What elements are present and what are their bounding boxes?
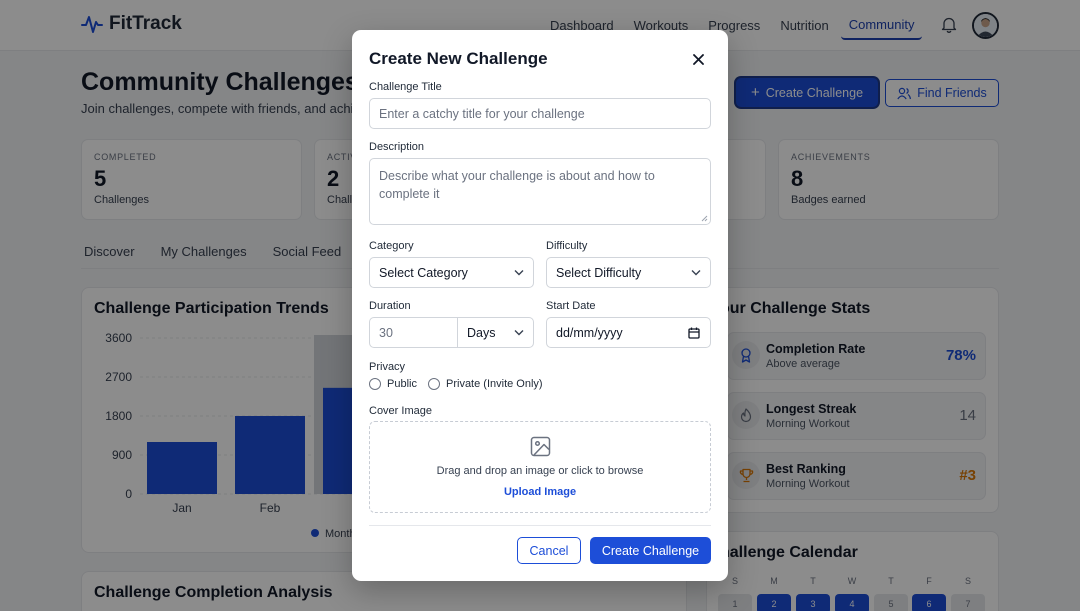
duration-unit-select[interactable]: Days — [457, 317, 534, 348]
category-value: Select Category — [379, 265, 468, 280]
start-date-label: Start Date — [546, 300, 596, 312]
cover-image-dropzone[interactable]: Drag and drop an image or click to brows… — [369, 421, 711, 513]
upload-image-link[interactable]: Upload Image — [370, 486, 710, 498]
difficulty-select[interactable]: Select Difficulty — [546, 257, 711, 288]
difficulty-value: Select Difficulty — [556, 265, 642, 280]
description-textarea[interactable]: Describe what your challenge is about an… — [369, 158, 711, 225]
description-placeholder: Describe what your challenge is about an… — [379, 169, 655, 201]
modal-title: Create New Challenge — [369, 49, 548, 68]
chevron-down-icon — [691, 269, 701, 275]
radio-circle — [369, 378, 381, 390]
category-label: Category — [369, 240, 414, 252]
duration-input[interactable]: 30 — [369, 317, 458, 348]
start-date-placeholder: dd/mm/yyyy — [556, 325, 623, 340]
chevron-down-icon — [514, 329, 524, 335]
privacy-private-radio[interactable]: Private (Invite Only) — [428, 378, 543, 390]
chevron-down-icon — [514, 269, 524, 275]
privacy-label: Privacy — [369, 361, 406, 373]
duration-label: Duration — [369, 300, 411, 312]
challenge-title-placeholder: Enter a catchy title for your challenge — [379, 106, 585, 121]
duration-unit-value: Days — [467, 325, 496, 340]
difficulty-label: Difficulty — [546, 240, 588, 252]
modal-footer-divider — [369, 525, 711, 526]
category-select[interactable]: Select Category — [369, 257, 534, 288]
close-icon — [692, 53, 704, 65]
cover-image-label: Cover Image — [369, 405, 432, 417]
create-challenge-submit-button[interactable]: Create Challenge — [590, 537, 711, 564]
calendar-icon[interactable] — [688, 327, 700, 339]
image-icon — [530, 436, 551, 457]
duration-placeholder: 30 — [379, 325, 393, 340]
radio-circle — [428, 378, 440, 390]
description-label: Description — [369, 141, 425, 153]
close-button[interactable] — [689, 50, 707, 68]
start-date-input[interactable]: dd/mm/yyyy — [546, 317, 711, 348]
dropzone-text: Drag and drop an image or click to brows… — [436, 465, 644, 477]
create-challenge-modal: Create New Challenge Challenge Title Ent… — [352, 30, 728, 581]
privacy-public-radio[interactable]: Public — [369, 378, 417, 390]
challenge-title-label: Challenge Title — [369, 81, 442, 93]
cancel-button[interactable]: Cancel — [517, 537, 581, 564]
challenge-title-input[interactable]: Enter a catchy title for your challenge — [369, 98, 711, 129]
resize-handle-icon[interactable] — [701, 215, 708, 222]
radio-label: Private (Invite Only) — [446, 378, 543, 390]
radio-label: Public — [387, 378, 417, 390]
